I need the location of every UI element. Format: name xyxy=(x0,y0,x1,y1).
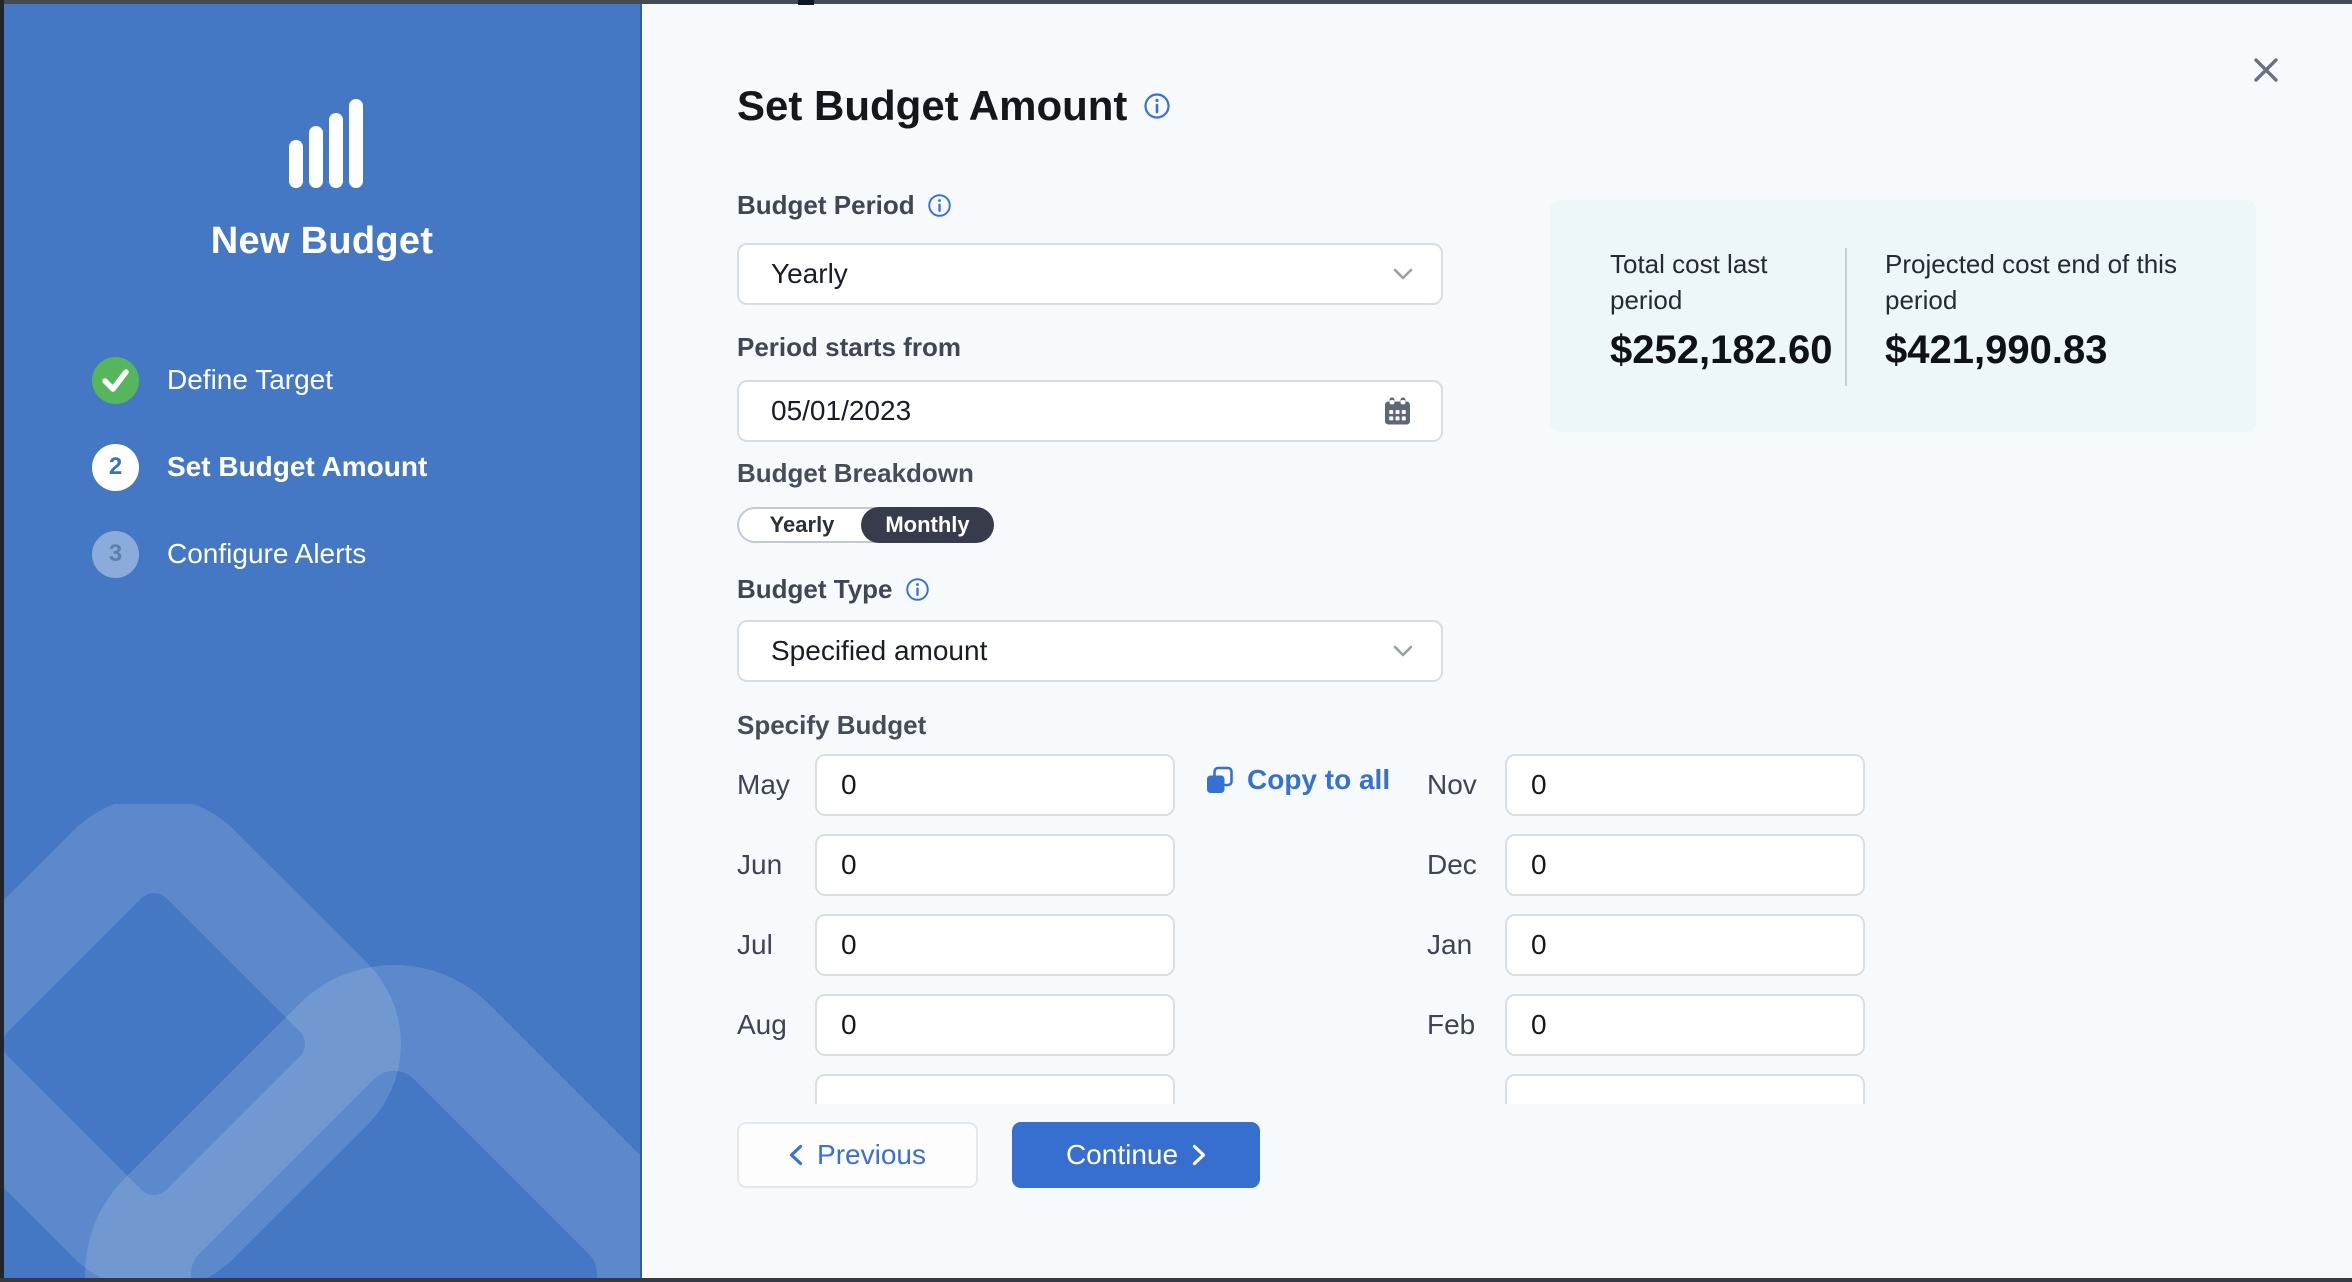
month-label-jun: Jun xyxy=(737,849,809,881)
brand-watermark-icon xyxy=(4,804,642,1278)
month-input-clipped[interactable] xyxy=(1505,1074,1865,1104)
close-icon xyxy=(2251,55,2281,85)
total-cost-last-period-value: $252,182.60 xyxy=(1610,328,1832,373)
step-label: Define Target xyxy=(167,364,333,396)
new-budget-modal: New Budget Define Target 2 Set Budget Am… xyxy=(0,0,2352,1282)
projected-cost-value: $421,990.83 xyxy=(1885,328,2107,373)
summary-divider xyxy=(1845,248,1847,386)
month-input-jun[interactable] xyxy=(815,834,1175,896)
calendar-icon[interactable] xyxy=(1381,395,1413,427)
step-complete-check-icon xyxy=(92,357,139,404)
month-label-may: May xyxy=(737,769,809,801)
copy-to-all-label: Copy to all xyxy=(1247,764,1390,796)
chevron-down-icon xyxy=(1393,645,1413,657)
sidebar-step-define-target[interactable]: Define Target xyxy=(92,356,333,404)
screen-bottom-edge xyxy=(0,1278,2352,1282)
period-start-date-input[interactable]: 05/01/2023 xyxy=(737,380,1443,442)
screen-top-edge-mark xyxy=(798,0,814,5)
month-input-dec[interactable] xyxy=(1505,834,1865,896)
info-icon[interactable] xyxy=(927,193,952,218)
step-label: Set Budget Amount xyxy=(167,451,427,483)
specify-budget-label: Specify Budget xyxy=(737,710,926,741)
continue-button[interactable]: Continue xyxy=(1012,1122,1260,1188)
month-input-may[interactable] xyxy=(815,754,1175,816)
budget-type-select[interactable]: Specified amount xyxy=(737,620,1443,682)
budget-type-value: Specified amount xyxy=(771,635,1393,667)
month-input-nov[interactable] xyxy=(1505,754,1865,816)
budget-period-label: Budget Period xyxy=(737,190,915,221)
previous-button-label: Previous xyxy=(817,1139,926,1171)
page-title: Set Budget Amount xyxy=(737,82,1127,130)
continue-button-label: Continue xyxy=(1066,1139,1178,1171)
month-label-dec: Dec xyxy=(1427,849,1499,881)
copy-icon xyxy=(1204,765,1235,796)
month-input-jul[interactable] xyxy=(815,914,1175,976)
budget-breakdown-toggle: Yearly Monthly xyxy=(737,507,990,543)
chevron-left-icon xyxy=(789,1144,803,1166)
step-number-badge: 3 xyxy=(92,531,139,578)
close-button[interactable] xyxy=(2246,50,2286,90)
step-label: Configure Alerts xyxy=(167,538,366,570)
budget-period-select[interactable]: Yearly xyxy=(737,243,1443,305)
month-label-jan: Jan xyxy=(1427,929,1499,961)
bar-chart-logo-icon xyxy=(289,99,365,188)
month-input-clipped[interactable] xyxy=(815,1074,1175,1104)
info-icon[interactable] xyxy=(905,577,930,602)
month-label-aug: Aug xyxy=(737,1009,809,1041)
budget-period-value: Yearly xyxy=(771,258,1393,290)
wizard-title: New Budget xyxy=(4,220,640,263)
previous-button[interactable]: Previous xyxy=(737,1122,978,1188)
sidebar-step-configure-alerts[interactable]: 3 Configure Alerts xyxy=(92,530,366,578)
chevron-right-icon xyxy=(1192,1144,1206,1166)
month-budget-grid: May Jun Jul Aug Copy to all Nov xyxy=(737,742,1882,1104)
total-cost-last-period-label: Total cost last period xyxy=(1610,246,1835,319)
copy-to-all-button[interactable]: Copy to all xyxy=(1204,764,1390,796)
cost-summary-card: Total cost last period $252,182.60 Proje… xyxy=(1550,200,2256,432)
month-label-feb: Feb xyxy=(1427,1009,1499,1041)
month-label-jul: Jul xyxy=(737,929,809,961)
budget-breakdown-label: Budget Breakdown xyxy=(737,458,974,489)
projected-cost-label: Projected cost end of this period xyxy=(1885,246,2225,319)
info-icon[interactable] xyxy=(1143,92,1171,120)
budget-type-label: Budget Type xyxy=(737,574,893,605)
period-starts-label: Period starts from xyxy=(737,332,961,363)
sidebar-step-set-budget-amount[interactable]: 2 Set Budget Amount xyxy=(92,443,427,491)
month-input-aug[interactable] xyxy=(815,994,1175,1056)
month-label-nov: Nov xyxy=(1427,769,1499,801)
wizard-sidebar: New Budget Define Target 2 Set Budget Am… xyxy=(4,4,642,1278)
month-input-jan[interactable] xyxy=(1505,914,1865,976)
step-number-badge: 2 xyxy=(92,444,139,491)
period-start-date-value: 05/01/2023 xyxy=(771,395,1381,427)
toggle-option-yearly[interactable]: Yearly xyxy=(739,509,865,541)
month-input-feb[interactable] xyxy=(1505,994,1865,1056)
toggle-option-monthly[interactable]: Monthly xyxy=(861,507,994,543)
chevron-down-icon xyxy=(1393,268,1413,280)
